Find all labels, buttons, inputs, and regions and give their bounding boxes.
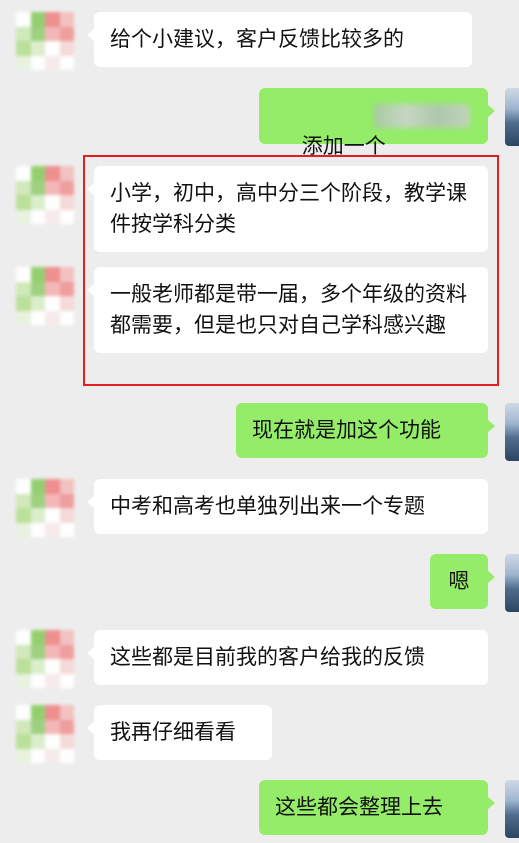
user-avatar[interactable]	[505, 780, 519, 838]
message-bubble-incoming[interactable]: 小学，初中，高中分三个阶段，教学课件按学科分类	[87, 166, 488, 252]
contact-avatar[interactable]	[16, 12, 74, 70]
user-avatar[interactable]	[505, 403, 519, 461]
user-avatar[interactable]	[505, 88, 519, 146]
message-bubble-incoming[interactable]: 给个小建议，客户反馈比较多的	[87, 12, 472, 67]
message-bubble-incoming[interactable]: 中考和高考也单独列出来一个专题	[87, 479, 488, 534]
message-bubble-incoming[interactable]: 我再仔细看看	[87, 705, 272, 760]
message-text: 添加一个	[301, 134, 386, 158]
redacted-text-blur	[374, 104, 470, 128]
message-bubble-outgoing[interactable]: 嗯	[430, 554, 495, 609]
contact-avatar[interactable]	[16, 479, 74, 537]
contact-avatar[interactable]	[16, 630, 74, 688]
contact-avatar[interactable]	[16, 705, 74, 763]
contact-avatar[interactable]	[16, 267, 74, 325]
message-bubble-incoming[interactable]: 一般老师都是带一届，多个年级的资料都需要，但是也只对自己学科感兴趣	[87, 267, 488, 353]
user-avatar[interactable]	[505, 554, 519, 612]
message-bubble-outgoing[interactable]: 这些都会整理上去	[259, 780, 495, 835]
message-bubble-outgoing[interactable]: 现在就是加这个功能	[236, 403, 495, 458]
message-bubble-incoming[interactable]: 这些都是目前我的客户给我的反馈	[87, 630, 488, 685]
contact-avatar[interactable]	[16, 166, 74, 224]
